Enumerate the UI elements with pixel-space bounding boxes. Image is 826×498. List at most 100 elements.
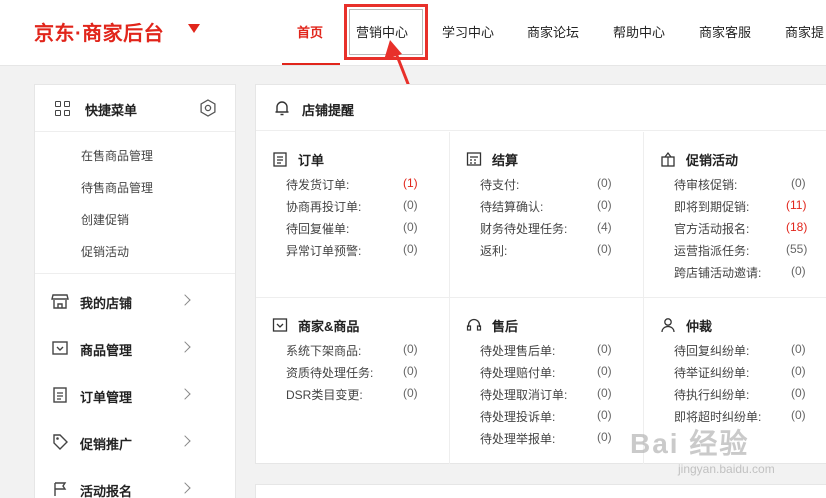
- reminder-count[interactable]: (0): [597, 386, 612, 400]
- chevron-right-icon: [179, 482, 191, 494]
- nav-merchant-more[interactable]: 商家提: [785, 22, 824, 41]
- reminder-count[interactable]: (0): [597, 408, 612, 422]
- reminder-count[interactable]: (0): [791, 386, 806, 400]
- nav-home[interactable]: 首页: [297, 22, 323, 41]
- chevron-right-icon: [179, 435, 191, 447]
- sidebar: 快捷菜单 在售商品管理 待售商品管理 创建促销 促销活动 我的店铺 商品管理 订…: [34, 84, 236, 498]
- reminder-label[interactable]: 待处理投诉单:: [480, 408, 555, 425]
- reminder-count[interactable]: (0): [597, 342, 612, 356]
- sidebar-item-label: 促销推广: [80, 437, 133, 452]
- reminder-label[interactable]: 待结算确认:: [480, 198, 543, 215]
- reminder-label[interactable]: 财务待处理任务:: [480, 220, 567, 237]
- reminder-count[interactable]: (0): [791, 408, 806, 422]
- reminder-count[interactable]: (0): [597, 198, 612, 212]
- sidebar-item-label: 活动报名: [80, 484, 133, 498]
- reminder-label[interactable]: 待支付:: [480, 176, 519, 193]
- reminder-count[interactable]: (0): [403, 198, 418, 212]
- caret-down-icon[interactable]: [188, 24, 200, 33]
- quick-link-create-promotion[interactable]: 创建促销: [81, 211, 129, 228]
- reminder-label[interactable]: DSR类目变更:: [286, 386, 363, 403]
- chevron-right-icon: [179, 341, 191, 353]
- reminder-count[interactable]: (0): [597, 242, 612, 256]
- divider: [256, 297, 826, 298]
- headset-icon: [466, 318, 482, 331]
- section-title-promotions: 促销活动: [686, 153, 739, 168]
- reminder-label[interactable]: 跨店铺活动邀请:: [674, 264, 761, 281]
- section-title-settlement: 结算: [492, 153, 519, 168]
- reminder-label[interactable]: 待执行纠纷单:: [674, 386, 749, 403]
- reminder-label[interactable]: 待回复催单:: [286, 220, 349, 237]
- reminder-label[interactable]: 资质待处理任务:: [286, 364, 373, 381]
- activity-icon: [54, 482, 67, 496]
- sidebar-item-product-management[interactable]: 商品管理: [35, 326, 235, 372]
- active-tab-indicator: [282, 63, 340, 65]
- nav-merchant-forum[interactable]: 商家论坛: [527, 22, 579, 41]
- reminder-label[interactable]: 异常订单预警:: [286, 242, 361, 259]
- reminder-label[interactable]: 待举证纠纷单:: [674, 364, 749, 381]
- quick-link-on-sale-products[interactable]: 在售商品管理: [81, 147, 153, 164]
- reminder-label[interactable]: 待处理取消订单:: [480, 386, 567, 403]
- sidebar-item-activity-signup[interactable]: 活动报名: [35, 467, 235, 498]
- reminder-label[interactable]: 待审核促销:: [674, 176, 737, 193]
- divider: [35, 273, 235, 274]
- reminder-count[interactable]: (0): [791, 264, 806, 278]
- reminder-count[interactable]: (0): [791, 176, 806, 190]
- quick-link-promotion-activities[interactable]: 促销活动: [81, 243, 129, 260]
- grid-icon: [55, 101, 71, 117]
- reminder-label[interactable]: 返利:: [480, 242, 507, 259]
- sidebar-item-label: 订单管理: [80, 390, 133, 405]
- reminder-label[interactable]: 系统下架商品:: [286, 342, 361, 359]
- reminder-label[interactable]: 待发货订单:: [286, 176, 349, 193]
- reminder-label[interactable]: 协商再投订单:: [286, 198, 361, 215]
- reminder-count[interactable]: (0): [403, 242, 418, 256]
- reminder-count[interactable]: (0): [403, 364, 418, 378]
- reminder-count[interactable]: (0): [791, 342, 806, 356]
- brand-logo[interactable]: 京东·商家后台: [34, 17, 164, 46]
- watermark: Bai 经验: [630, 428, 750, 459]
- reminder-count[interactable]: (11): [786, 198, 806, 212]
- secondary-panel: [255, 484, 826, 498]
- sidebar-item-promotion[interactable]: 促销推广: [35, 420, 235, 466]
- reminder-label[interactable]: 待处理举报单:: [480, 430, 555, 447]
- quick-menu-header: 快捷菜单: [35, 85, 235, 132]
- reminder-count[interactable]: (0): [597, 364, 612, 378]
- reminder-label[interactable]: 待处理赔付单:: [480, 364, 555, 381]
- reminder-count[interactable]: (1): [403, 176, 418, 190]
- reminder-count[interactable]: (0): [403, 342, 418, 356]
- product-icon: [52, 341, 68, 355]
- reminder-label[interactable]: 运营指派任务:: [674, 242, 749, 259]
- reminder-label[interactable]: 待回复纠纷单:: [674, 342, 749, 359]
- quick-menu-title: 快捷菜单: [85, 103, 138, 118]
- section-title-merchant-products: 商家&商品: [298, 319, 360, 334]
- reminder-label[interactable]: 待处理售后单:: [480, 342, 555, 359]
- panel-title: 店铺提醒: [302, 103, 355, 118]
- reminder-label[interactable]: 即将到期促销:: [674, 198, 749, 215]
- gear-icon[interactable]: [199, 99, 217, 117]
- reminder-label[interactable]: 官方活动报名:: [674, 220, 749, 237]
- reminder-count[interactable]: (0): [597, 430, 612, 444]
- nav-learning-center[interactable]: 学习中心: [442, 22, 494, 41]
- divider: [643, 132, 644, 464]
- sidebar-item-my-store[interactable]: 我的店铺: [35, 279, 235, 325]
- reminder-count[interactable]: (0): [791, 364, 806, 378]
- gift-box-icon: [661, 152, 675, 167]
- reminder-count[interactable]: (18): [786, 220, 807, 234]
- reminder-count[interactable]: (0): [597, 176, 612, 190]
- reminder-count[interactable]: (0): [403, 220, 418, 234]
- user-icon: [661, 318, 675, 333]
- order-icon: [273, 152, 287, 167]
- reminder-count[interactable]: (55): [786, 242, 807, 256]
- sidebar-item-order-management[interactable]: 订单管理: [35, 373, 235, 419]
- chevron-right-icon: [179, 388, 191, 400]
- nav-merchant-service[interactable]: 商家客服: [699, 22, 751, 41]
- quick-link-pending-products[interactable]: 待售商品管理: [81, 179, 153, 196]
- section-title-arbitration: 仲裁: [686, 319, 713, 334]
- store-icon: [51, 294, 69, 309]
- reminder-count[interactable]: (4): [597, 220, 612, 234]
- nav-help-center[interactable]: 帮助中心: [613, 22, 665, 41]
- order-icon: [53, 387, 67, 403]
- reminder-count[interactable]: (0): [403, 386, 418, 400]
- section-title-orders: 订单: [298, 153, 325, 168]
- product-icon: [272, 318, 288, 332]
- panel-header: 店铺提醒: [256, 85, 826, 131]
